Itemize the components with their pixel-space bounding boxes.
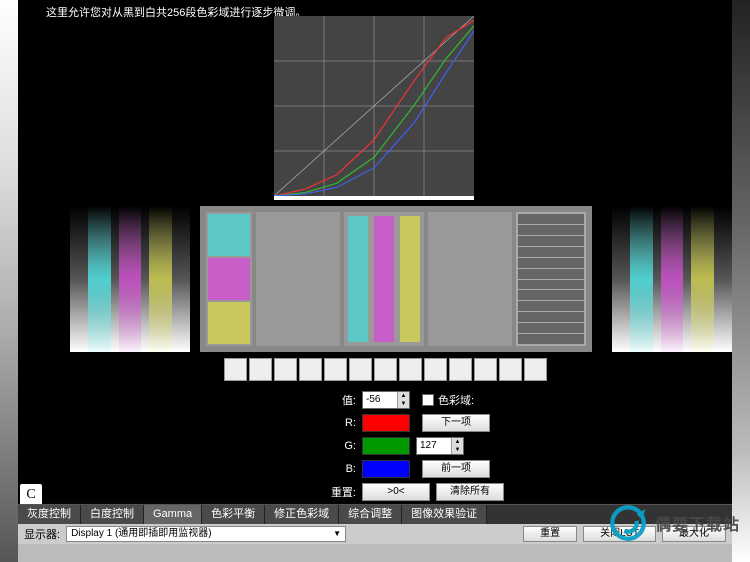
- main-panel: 这里允许您对从黑到白共256段色彩域进行逐步微调。: [18, 0, 732, 562]
- preview-center: [200, 206, 592, 352]
- gamut-checkbox-label: 色彩域:: [438, 392, 474, 408]
- tab-bar: 灰度控制 白度控制 Gamma 色彩平衡 修正色彩域 综合调整 图像效果验证: [18, 504, 732, 524]
- value-label: 值:: [318, 392, 362, 408]
- clear-all-button[interactable]: 清除所有: [436, 483, 504, 501]
- status-bar: [18, 544, 732, 562]
- right-gradient-strip: [732, 0, 750, 562]
- grey-block-1: [256, 212, 340, 346]
- preview-right: [612, 206, 732, 352]
- reset-zero-button[interactable]: >0<: [362, 483, 430, 501]
- tab-combined[interactable]: 综合调整: [339, 505, 402, 525]
- chevron-down-icon: ▼: [333, 527, 341, 541]
- display-select[interactable]: Display 1 (通用即插即用监视器) ▼: [66, 526, 346, 542]
- tab-white-control[interactable]: 白度控制: [81, 505, 144, 525]
- value-input[interactable]: -56 ▲▼: [362, 391, 410, 409]
- g-label: G:: [318, 440, 362, 452]
- prev-button[interactable]: 前一项: [422, 460, 490, 478]
- spin-up-icon[interactable]: ▲: [451, 438, 463, 446]
- grey-block-2: [428, 212, 512, 346]
- tone-swatch-row[interactable]: [224, 358, 547, 381]
- next-button[interactable]: 下一项: [422, 414, 490, 432]
- preview-left: [70, 206, 190, 352]
- gamma-curve-graph[interactable]: [274, 16, 474, 196]
- b-color-box[interactable]: [362, 460, 410, 478]
- r-label: R:: [318, 417, 362, 429]
- spin-down-icon[interactable]: ▼: [397, 400, 409, 408]
- spin-up-icon[interactable]: ▲: [397, 392, 409, 400]
- c-badge: C: [20, 484, 42, 506]
- tab-grey-control[interactable]: 灰度控制: [18, 505, 81, 525]
- spin-down-icon[interactable]: ▼: [451, 446, 463, 454]
- tab-image-verify[interactable]: 图像效果验证: [402, 505, 487, 525]
- line-pattern: [516, 212, 586, 346]
- reset-label: 重置:: [318, 484, 362, 500]
- reset-button[interactable]: 重置: [523, 526, 577, 542]
- tab-gamma[interactable]: Gamma: [144, 505, 202, 525]
- graph-baseline: [274, 196, 474, 200]
- maximize-button[interactable]: 最大化: [662, 526, 726, 542]
- left-gradient-strip: [0, 0, 18, 562]
- gamut-checkbox[interactable]: [422, 394, 434, 406]
- tab-gamut-correction[interactable]: 修正色彩域: [265, 505, 339, 525]
- adjustment-controls: 值: -56 ▲▼ 色彩域: R: 下一项 G: 127 ▲▼ B: 前一项: [318, 390, 588, 505]
- vertical-bars: [344, 212, 424, 346]
- display-label: 显示器:: [24, 526, 60, 542]
- g-color-box[interactable]: [362, 437, 410, 455]
- secondary-value-input[interactable]: 127 ▲▼: [416, 437, 464, 455]
- tab-color-balance[interactable]: 色彩平衡: [202, 505, 265, 525]
- swatch-column: [206, 212, 252, 346]
- close-lut-button[interactable]: 关闭LUT: [583, 526, 656, 542]
- b-label: B:: [318, 463, 362, 475]
- bottom-toolbar: 显示器: Display 1 (通用即插即用监视器) ▼ 重置 关闭LUT 最大…: [18, 524, 732, 544]
- r-color-box[interactable]: [362, 414, 410, 432]
- preview-row: [18, 206, 732, 352]
